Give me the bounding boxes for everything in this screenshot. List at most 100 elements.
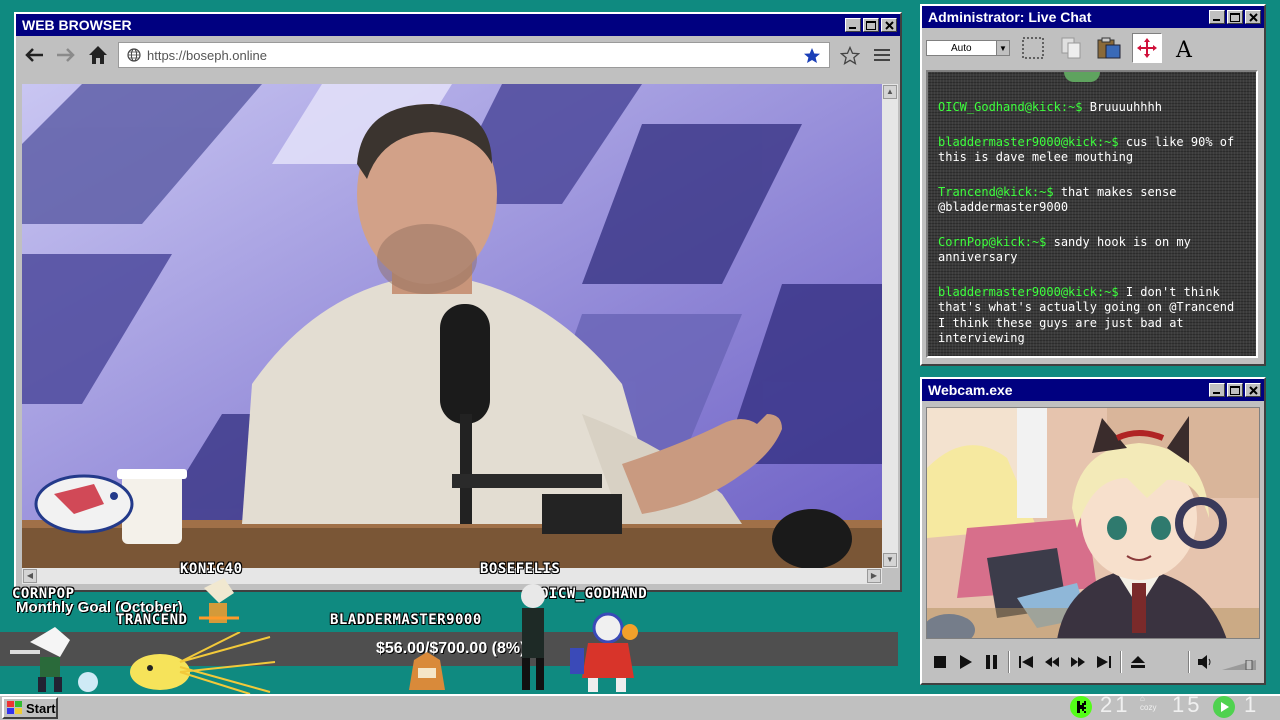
auto-select[interactable]: Auto ▼ bbox=[926, 40, 1010, 56]
konic-sprite bbox=[199, 578, 239, 623]
chat-message: bladdermaster9000@kick:~$ I don't think … bbox=[938, 285, 1246, 347]
scroll-left-button[interactable]: ◀ bbox=[23, 569, 37, 583]
home-button[interactable] bbox=[86, 43, 110, 67]
video-player[interactable] bbox=[22, 84, 882, 568]
toolbar-separator bbox=[1008, 651, 1010, 673]
eject-button[interactable] bbox=[1128, 652, 1148, 672]
minimize-icon bbox=[849, 27, 856, 29]
font-tool[interactable]: A bbox=[1170, 33, 1200, 63]
skip-forward-icon bbox=[1097, 656, 1111, 668]
maximize-icon bbox=[866, 20, 876, 30]
play-button[interactable] bbox=[956, 652, 976, 672]
chat-close-button[interactable] bbox=[1245, 10, 1261, 24]
copy-tool[interactable] bbox=[1056, 33, 1086, 63]
chat-message: CornPop@kick:~$ sandy hook is on my anni… bbox=[938, 235, 1246, 266]
trancend-sprite bbox=[130, 632, 276, 694]
star-outline-icon bbox=[840, 45, 860, 65]
vtuber-avatar bbox=[927, 408, 1259, 638]
marquee-select-icon bbox=[1022, 37, 1044, 59]
menu-button[interactable] bbox=[870, 43, 894, 67]
chat-maximize-button[interactable] bbox=[1227, 10, 1243, 24]
chat-title: Administrator: Live Chat bbox=[928, 9, 1092, 25]
chat-message-list[interactable]: OICW_Godhand@kick:~$ Bruuuuhhhh bladderm… bbox=[926, 70, 1258, 358]
video-frame bbox=[22, 84, 882, 568]
maximize-icon bbox=[1230, 12, 1240, 22]
play-icon bbox=[960, 655, 972, 669]
rewind-button[interactable] bbox=[1042, 652, 1062, 672]
next-button[interactable] bbox=[1094, 652, 1114, 672]
select-tool[interactable] bbox=[1018, 33, 1048, 63]
chat-minimize-button[interactable] bbox=[1209, 10, 1225, 24]
chat-text: Bruuuuhhhh bbox=[1089, 100, 1162, 114]
hamburger-icon bbox=[874, 49, 890, 61]
back-button[interactable] bbox=[22, 43, 46, 67]
move-tool[interactable] bbox=[1132, 33, 1162, 63]
scroll-up-button[interactable]: ▲ bbox=[883, 85, 897, 99]
browser-title: WEB BROWSER bbox=[22, 17, 132, 33]
chat-message: Trancend@kick:~$ that makes sense @bladd… bbox=[938, 185, 1246, 216]
bookmark-button[interactable] bbox=[838, 43, 862, 67]
viewer-name-bosefelis: BOSEFELIS bbox=[480, 561, 561, 577]
close-icon bbox=[1248, 12, 1258, 22]
start-label: Start bbox=[26, 700, 56, 716]
paste-tool[interactable] bbox=[1094, 33, 1124, 63]
copy-icon bbox=[1061, 37, 1081, 59]
svg-text:A: A bbox=[1175, 38, 1193, 60]
address-bar[interactable]: https://boseph.online bbox=[118, 42, 830, 68]
globe-icon bbox=[127, 48, 141, 62]
horizontal-scrollbar[interactable]: ◀ ▶ bbox=[22, 568, 882, 584]
vertical-scrollbar[interactable]: ▲ ▼ bbox=[882, 84, 898, 568]
scroll-right-button[interactable]: ▶ bbox=[867, 569, 881, 583]
media-controls bbox=[930, 647, 1256, 677]
browser-navbar: https://boseph.online bbox=[16, 36, 900, 74]
arrow-left-icon bbox=[25, 48, 43, 62]
volume-slider-track bbox=[1222, 659, 1256, 671]
browser-titlebar[interactable]: WEB BROWSER bbox=[16, 14, 900, 36]
chat-message: bladdermaster9000@kick:~$ cus like 90% o… bbox=[938, 135, 1246, 166]
chat-username: Trancend@kick:~$ bbox=[938, 184, 1054, 199]
maximize-button[interactable] bbox=[863, 18, 879, 32]
minimize-icon bbox=[1213, 392, 1220, 394]
volume-slider[interactable] bbox=[1222, 657, 1256, 671]
chevron-down-icon: ▼ bbox=[996, 41, 1009, 55]
speaker-icon bbox=[1198, 655, 1211, 669]
browser-window: WEB BROWSER https://boseph.online ▲ ▼ ◀ … bbox=[14, 12, 902, 592]
auto-select-value: Auto bbox=[951, 42, 972, 54]
forward-button[interactable] bbox=[54, 43, 78, 67]
elephant-sticker bbox=[34, 474, 134, 534]
maximize-icon bbox=[1230, 385, 1240, 395]
stop-icon bbox=[934, 656, 946, 668]
webcam-view bbox=[926, 407, 1260, 639]
chat-username: bladdermaster9000@kick:~$ bbox=[938, 284, 1119, 299]
play-circle-icon bbox=[1213, 696, 1235, 718]
volume-button[interactable] bbox=[1196, 652, 1216, 672]
webcam-window: Webcam.exe bbox=[920, 377, 1266, 685]
chat-titlebar[interactable]: Administrator: Live Chat bbox=[922, 6, 1264, 28]
previous-button[interactable] bbox=[1016, 652, 1036, 672]
webcam-minimize-button[interactable] bbox=[1209, 383, 1225, 397]
cozy-viewer-count: 15 bbox=[1172, 692, 1203, 717]
skip-back-icon bbox=[1019, 656, 1033, 668]
chat-message: OICW_Godhand@kick:~$ Bruuuuhhhh bbox=[938, 100, 1246, 116]
scroll-down-button[interactable]: ▼ bbox=[883, 553, 897, 567]
url-text: https://boseph.online bbox=[147, 47, 267, 63]
fast-forward-button[interactable] bbox=[1068, 652, 1088, 672]
bosefelis-sprite bbox=[521, 584, 545, 690]
pause-button[interactable] bbox=[982, 652, 1002, 672]
webcam-titlebar[interactable]: Webcam.exe bbox=[922, 379, 1264, 401]
webcam-close-button[interactable] bbox=[1245, 383, 1261, 397]
viewer-name-konic: KONIC40 bbox=[180, 561, 243, 577]
viewer-name-trancend: TRANCEND bbox=[116, 612, 188, 628]
stop-button[interactable] bbox=[930, 652, 950, 672]
pause-icon bbox=[986, 655, 997, 669]
goal-amount: $56.00/$700.00 (8%) bbox=[376, 640, 526, 657]
cozy-icon: ⌂ bbox=[1140, 694, 1145, 703]
star-filled-icon[interactable] bbox=[803, 47, 821, 64]
paste-icon bbox=[1097, 37, 1121, 59]
close-button[interactable] bbox=[881, 18, 897, 32]
webcam-maximize-button[interactable] bbox=[1227, 383, 1243, 397]
chat-toolbar: Auto ▼ A bbox=[922, 28, 1264, 68]
minimize-button[interactable] bbox=[845, 18, 861, 32]
start-button[interactable]: Start bbox=[2, 697, 58, 719]
kick-icon bbox=[1070, 696, 1092, 718]
